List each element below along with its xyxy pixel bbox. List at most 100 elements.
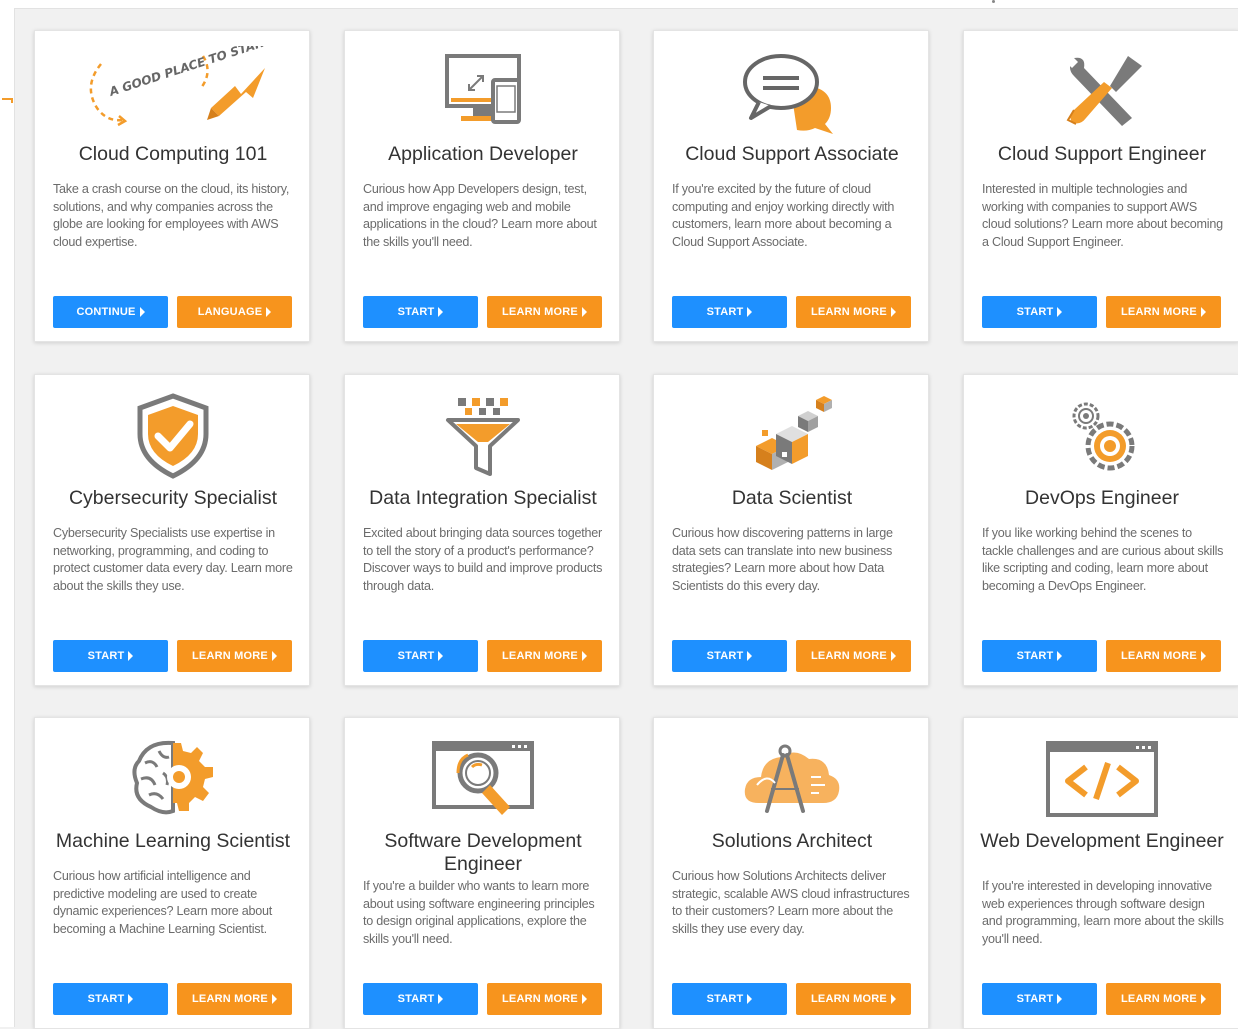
- start-button[interactable]: START: [672, 983, 787, 1015]
- caret-right-icon: [1200, 994, 1206, 1004]
- card-description: Curious how artificial intelligence and …: [53, 869, 272, 936]
- button-label: START: [87, 650, 125, 662]
- code-window-icon: [964, 728, 1238, 828]
- button-label: START: [1016, 650, 1054, 662]
- card-software-development-engineer: Software Development Engineer If you're …: [344, 717, 620, 1029]
- card-description: Curious how Solutions Architects deliver…: [672, 869, 910, 936]
- card-title: Solutions Architect: [711, 830, 873, 852]
- card-data-integration-specialist: Data Integration Specialist Excited abou…: [344, 374, 620, 686]
- card-description: If you're excited by the future of cloud…: [672, 182, 895, 249]
- learn-more-button[interactable]: LEARN MORE: [487, 640, 602, 672]
- start-button[interactable]: START: [363, 640, 478, 672]
- card-cybersecurity-specialist: Cybersecurity Specialist Cybersecurity S…: [34, 374, 310, 686]
- button-label: LEARN MORE: [811, 306, 887, 318]
- card-description: If you're interested in developing innov…: [982, 879, 1224, 946]
- career-path-grid: A GOOD PLACE TO START! Cloud Computing 1…: [0, 0, 1238, 1029]
- card-title: Cloud Computing 101: [78, 143, 268, 165]
- caret-right-icon: [747, 994, 753, 1004]
- card-title: Cybersecurity Specialist: [68, 487, 278, 509]
- start-button[interactable]: START: [53, 983, 168, 1015]
- card-description: If you're a builder who wants to learn m…: [363, 879, 595, 946]
- card-machine-learning-scientist: Machine Learning Scientist Curious how a…: [34, 717, 310, 1029]
- card-solutions-architect: Solutions Architect Curious how Solution…: [653, 717, 929, 1029]
- start-button[interactable]: START: [982, 640, 1097, 672]
- button-label: START: [87, 993, 125, 1005]
- card-cloud-computing-101: A GOOD PLACE TO START! Cloud Computing 1…: [34, 30, 310, 342]
- button-label: LEARN MORE: [1121, 993, 1197, 1005]
- button-label: START: [397, 306, 435, 318]
- learn-more-button[interactable]: LEARN MORE: [487, 296, 602, 328]
- learn-more-button[interactable]: LEARN MORE: [487, 983, 602, 1015]
- learn-more-button[interactable]: LEARN MORE: [796, 640, 911, 672]
- learn-more-button[interactable]: LEARN MORE: [1106, 296, 1221, 328]
- card-data-scientist: Data Scientist Curious how discovering p…: [653, 374, 929, 686]
- card-cloud-support-associate: Cloud Support Associate If you're excite…: [653, 30, 929, 342]
- learn-more-button[interactable]: LEARN MORE: [796, 296, 911, 328]
- start-button[interactable]: START: [363, 983, 478, 1015]
- caret-right-icon: [266, 307, 272, 317]
- button-label: LEARN MORE: [192, 650, 268, 662]
- button-label: LEARN MORE: [1121, 306, 1197, 318]
- card-web-development-engineer: Web Development Engineer If you're inter…: [963, 717, 1238, 1029]
- start-button[interactable]: START: [672, 640, 787, 672]
- shield-check-icon: [35, 385, 311, 485]
- learn-more-button[interactable]: LEARN MORE: [796, 983, 911, 1015]
- card-title: Web Development Engineer: [980, 830, 1224, 852]
- caret-right-icon: [747, 651, 753, 661]
- button-label: START: [397, 993, 435, 1005]
- card-title: DevOps Engineer: [1025, 487, 1179, 509]
- card-application-developer: Application Developer Curious how App De…: [344, 30, 620, 342]
- learn-more-button[interactable]: LEARN MORE: [1106, 640, 1221, 672]
- caret-right-icon: [128, 994, 134, 1004]
- button-label: LEARN MORE: [811, 993, 887, 1005]
- caret-right-icon: [438, 651, 444, 661]
- caret-right-icon: [1057, 307, 1063, 317]
- start-button[interactable]: START: [363, 296, 478, 328]
- learn-more-button[interactable]: LEARN MORE: [177, 983, 292, 1015]
- button-label: START: [706, 306, 744, 318]
- caret-right-icon: [747, 307, 753, 317]
- card-title: Machine Learning Scientist: [55, 830, 291, 852]
- caret-right-icon: [890, 994, 896, 1004]
- card-description: If you like working behind the scenes to…: [982, 526, 1224, 593]
- caret-right-icon: [1057, 994, 1063, 1004]
- caret-right-icon: [271, 651, 277, 661]
- card-title: Software Development Engineer: [384, 830, 582, 875]
- tools-icon: [964, 41, 1238, 141]
- start-button[interactable]: START: [982, 296, 1097, 328]
- caret-right-icon: [1200, 651, 1206, 661]
- caret-right-icon: [438, 994, 444, 1004]
- start-button[interactable]: START: [672, 296, 787, 328]
- button-label: LEARN MORE: [1121, 650, 1197, 662]
- caret-right-icon: [581, 307, 587, 317]
- button-label: LEARN MORE: [502, 650, 578, 662]
- good-place-to-start-icon: A GOOD PLACE TO START!: [35, 41, 311, 141]
- browser-magnifier-icon: [345, 728, 621, 828]
- caret-right-icon: [128, 651, 134, 661]
- button-label: LANGUAGE: [197, 306, 263, 318]
- card-description: Curious how App Developers design, test,…: [363, 182, 597, 249]
- button-label: LEARN MORE: [502, 306, 578, 318]
- cloud-compass-icon: [654, 728, 930, 828]
- caret-right-icon: [581, 651, 587, 661]
- caret-right-icon: [271, 994, 277, 1004]
- gears-icon: [964, 385, 1238, 485]
- caret-right-icon: [438, 307, 444, 317]
- card-title: Cloud Support Engineer: [997, 143, 1207, 165]
- card-title: Data Scientist: [731, 487, 853, 509]
- learn-more-button[interactable]: LEARN MORE: [177, 640, 292, 672]
- button-label: LEARN MORE: [192, 993, 268, 1005]
- card-title: Cloud Support Associate: [685, 143, 899, 165]
- start-button[interactable]: START: [53, 640, 168, 672]
- chat-bubbles-icon: [654, 41, 930, 141]
- card-title: Application Developer: [388, 143, 578, 165]
- button-label: START: [1016, 993, 1054, 1005]
- caret-right-icon: [890, 307, 896, 317]
- caret-right-icon: [890, 651, 896, 661]
- button-label: LEARN MORE: [811, 650, 887, 662]
- button-label: LEARN MORE: [502, 993, 578, 1005]
- learn-more-button[interactable]: LEARN MORE: [1106, 983, 1221, 1015]
- language-button[interactable]: LANGUAGE: [177, 296, 292, 328]
- start-button[interactable]: START: [982, 983, 1097, 1015]
- continue-button[interactable]: CONTINUE: [53, 296, 168, 328]
